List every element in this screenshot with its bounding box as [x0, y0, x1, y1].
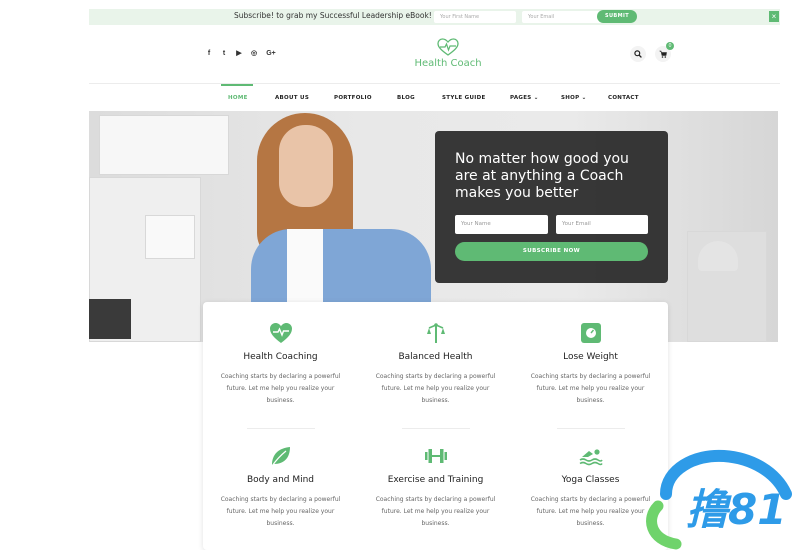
social-links: f t ▶ ◎ G+: [205, 50, 277, 58]
subscribe-now-button[interactable]: SUBSCRIBE NOW: [455, 242, 648, 261]
cart-count-badge: 0: [666, 42, 674, 50]
promo-text: Subscribe! to grab my Successful Leaders…: [234, 11, 432, 20]
balance-icon: [426, 323, 445, 343]
hero-name-input[interactable]: Your Name: [455, 215, 548, 234]
google-plus-icon[interactable]: G+: [265, 50, 277, 58]
service-health-coaching[interactable]: Health Coaching Coaching starts by decla…: [203, 322, 358, 407]
heart-logo-icon[interactable]: [437, 38, 459, 56]
dumbbell-icon: [424, 449, 447, 463]
services-panel: Health Coaching Coaching starts by decla…: [203, 302, 668, 550]
service-title: Balanced Health: [398, 352, 473, 362]
watermark-logo: 撸81: [646, 449, 792, 550]
service-title: Lose Weight: [563, 352, 618, 362]
service-desc: Coaching starts by declaring a powerful …: [220, 496, 341, 527]
shelf-dark-box: [89, 299, 131, 339]
hero-person-face: [279, 125, 333, 207]
hero-title: No matter how good you are at anything a…: [455, 151, 629, 201]
wall-board: [99, 115, 229, 175]
twitter-icon[interactable]: t: [220, 50, 228, 58]
hero-subscribe-card: No matter how good you are at anything a…: [435, 131, 668, 283]
nav-item-style-guide[interactable]: STYLE GUIDE: [442, 95, 486, 101]
promo-email-input[interactable]: Your Email: [522, 11, 602, 23]
service-title: Exercise and Training: [387, 475, 484, 485]
nav-item-about-us[interactable]: ABOUT US: [275, 95, 309, 101]
swimmer-icon: [579, 449, 603, 466]
service-desc: Coaching starts by declaring a powerful …: [375, 373, 496, 404]
service-desc: Coaching starts by declaring a powerful …: [530, 496, 651, 527]
search-icon: [634, 50, 642, 58]
service-divider: [247, 428, 315, 429]
service-body-and-mind[interactable]: Body and Mind Coaching starts by declari…: [203, 445, 358, 530]
nav-item-shop[interactable]: SHOP ⌄: [561, 95, 587, 101]
header-actions: 0: [630, 42, 674, 62]
search-button[interactable]: [630, 46, 646, 62]
service-divider: [557, 428, 625, 429]
heart-pulse-icon: [269, 323, 292, 343]
nav-item-portfolio[interactable]: PORTFOLIO: [334, 95, 372, 101]
promo-close-button[interactable]: ×: [769, 11, 779, 22]
nav-item-blog[interactable]: BLOG: [397, 95, 415, 101]
nav-item-home[interactable]: HOME: [228, 95, 248, 101]
promo-first-name-input[interactable]: Your First Name: [434, 11, 516, 23]
site-logo-text[interactable]: Health Coach: [408, 58, 488, 69]
service-desc: Coaching starts by declaring a powerful …: [530, 373, 651, 404]
leaf-icon: [271, 447, 290, 467]
cart-button[interactable]: 0: [655, 42, 674, 62]
service-exercise-and-training[interactable]: Exercise and Training Coaching starts by…: [358, 445, 513, 530]
youtube-icon[interactable]: ▶: [235, 50, 243, 58]
service-balanced-health[interactable]: Balanced Health Coaching starts by decla…: [358, 322, 513, 407]
nav-active-indicator: [221, 84, 253, 86]
service-desc: Coaching starts by declaring a powerful …: [375, 496, 496, 527]
nav-item-pages[interactable]: PAGES ⌄: [510, 95, 539, 101]
promo-submit-button[interactable]: SUBMIT: [597, 10, 637, 23]
shelf-box: [145, 215, 195, 259]
scale-icon: [580, 323, 601, 343]
main-nav: HOME ABOUT US PORTFOLIO BLOG STYLE GUIDE…: [89, 84, 780, 111]
instagram-icon[interactable]: ◎: [250, 50, 258, 58]
service-desc: Coaching starts by declaring a powerful …: [220, 373, 341, 404]
header-divider: [89, 83, 780, 84]
service-title: Body and Mind: [246, 475, 315, 485]
nav-item-contact[interactable]: CONTACT: [608, 95, 639, 101]
promo-bar: Subscribe! to grab my Successful Leaders…: [89, 9, 780, 25]
hero-email-input[interactable]: Your Email: [556, 215, 648, 234]
service-title: Health Coaching: [243, 352, 318, 362]
service-lose-weight[interactable]: Lose Weight Coaching starts by declaring…: [513, 322, 668, 407]
facebook-icon[interactable]: f: [205, 50, 213, 58]
service-divider: [402, 428, 470, 429]
cart-icon: [659, 50, 667, 58]
watermark-text: 撸81: [686, 485, 786, 534]
